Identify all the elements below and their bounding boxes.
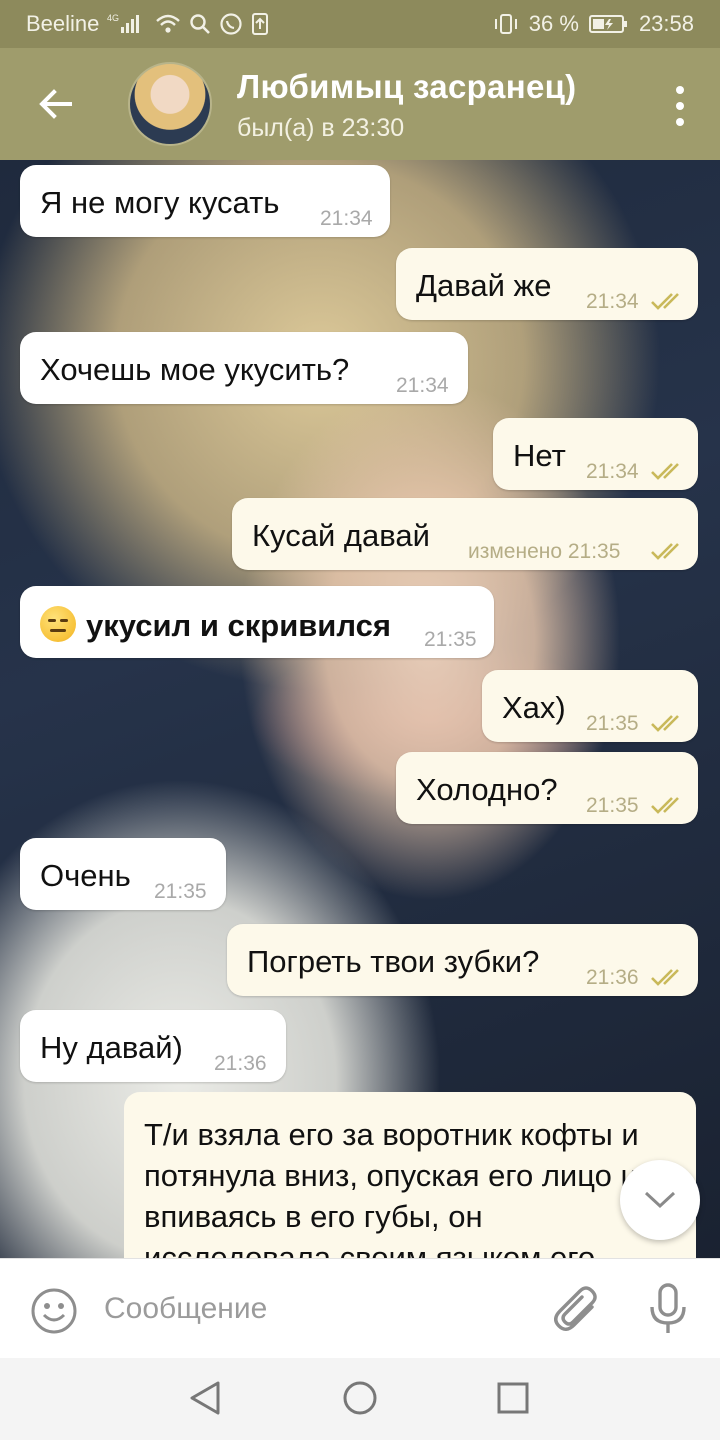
- network-type-label: 4G: [107, 13, 119, 23]
- read-ticks-icon: [651, 293, 679, 310]
- more-vert-icon[interactable]: [670, 86, 690, 126]
- read-ticks-icon: [651, 543, 679, 560]
- message-text: Т/и взяла его за воротник кофты и потяну…: [144, 1117, 639, 1258]
- expressionless-face-emoji: [40, 606, 76, 642]
- avatar[interactable]: [128, 62, 212, 146]
- status-bar: Beeline 4G 36 % 23:58: [0, 0, 720, 48]
- whatsapp-icon: [219, 12, 243, 36]
- message-bubble[interactable]: Хочешь мое укусить? 21:34: [20, 332, 468, 404]
- nav-home-button[interactable]: [342, 1380, 378, 1421]
- contact-name: Любимыц засранец): [237, 68, 577, 105]
- read-ticks-icon: [651, 969, 679, 986]
- message-time: 21:35: [154, 880, 207, 903]
- nav-recent-button[interactable]: [497, 1382, 529, 1419]
- message-bubble[interactable]: Очень 21:35: [20, 838, 226, 910]
- message-input[interactable]: [104, 1289, 524, 1329]
- wifi-icon: [155, 13, 181, 35]
- message-bubble[interactable]: Нет 21:34: [493, 418, 698, 490]
- read-ticks-icon: [651, 463, 679, 480]
- system-nav-bar: [0, 1358, 720, 1440]
- message-bubble[interactable]: Кусай давай изменено 21:35: [232, 498, 698, 570]
- message-text: Хах): [502, 690, 566, 725]
- read-ticks-icon: [651, 715, 679, 732]
- message-time: 21:35: [586, 794, 639, 817]
- nav-back-icon: [190, 1381, 220, 1415]
- back-button[interactable]: [30, 84, 80, 124]
- message-time: 21:35: [586, 712, 639, 735]
- signal-icon: 4G: [107, 13, 147, 35]
- paperclip-icon: [554, 1286, 597, 1331]
- chevron-down-icon: [644, 1191, 676, 1209]
- read-ticks-icon: [651, 797, 679, 814]
- emoji-icon: [31, 1288, 77, 1334]
- chat-header: Любимыц засранец) был(а) в 23:30: [0, 48, 720, 160]
- attach-button[interactable]: [554, 1285, 600, 1338]
- message-text: Нет: [513, 438, 566, 473]
- microphone-button[interactable]: [648, 1283, 688, 1340]
- message-bubble[interactable]: укусил и скривился 21:35: [20, 586, 494, 658]
- message-time: 21:34: [586, 290, 639, 313]
- emoji-button[interactable]: [30, 1287, 78, 1340]
- message-time: 21:34: [586, 460, 639, 483]
- message-bubble[interactable]: Холодно? 21:35: [396, 752, 698, 824]
- message-time: 21:36: [586, 966, 639, 989]
- message-time: 21:35: [424, 628, 477, 651]
- scroll-to-bottom-button[interactable]: [620, 1160, 700, 1240]
- message-bubble[interactable]: Давай же 21:34: [396, 248, 698, 320]
- message-bubble[interactable]: Я не могу кусать 21:34: [20, 165, 390, 237]
- message-text: Холодно?: [416, 772, 558, 807]
- message-time: 21:34: [396, 374, 449, 397]
- message-bubble[interactable]: Погреть твои зубки? 21:36: [227, 924, 698, 996]
- message-bubble[interactable]: Т/и взяла его за воротник кофты и потяну…: [124, 1092, 696, 1258]
- chat-area[interactable]: Я не могу кусать 21:34 Давай же 21:34 Хо…: [0, 160, 720, 1258]
- battery-percent: 36 %: [528, 11, 579, 36]
- message-input-bar: [0, 1258, 720, 1358]
- message-text: Погреть твои зубки?: [247, 944, 540, 979]
- message-text: Давай же: [416, 268, 552, 303]
- message-text: укусил и скривился: [86, 608, 391, 643]
- battery-icon: [588, 13, 629, 35]
- contact-info[interactable]: Любимыц засранец) был(а) в 23:30: [237, 68, 576, 143]
- message-text: Я не могу кусать: [40, 185, 280, 220]
- message-time: изменено 21:35: [468, 540, 621, 563]
- nav-back-button[interactable]: [188, 1380, 222, 1421]
- message-time: 21:34: [320, 207, 373, 230]
- clock: 23:58: [638, 11, 694, 36]
- message-text: Хочешь мое укусить?: [40, 352, 350, 387]
- message-time: 21:36: [214, 1052, 267, 1075]
- nav-recent-icon: [497, 1382, 529, 1414]
- message-text: Ну давай): [40, 1030, 183, 1065]
- message-bubble[interactable]: Ну давай) 21:36: [20, 1010, 286, 1082]
- last-seen-status: был(а) в 23:30: [237, 114, 405, 142]
- vibrate-icon: [493, 13, 519, 35]
- message-bubble[interactable]: Хах) 21:35: [482, 670, 698, 742]
- message-text: Кусай давай: [252, 518, 430, 553]
- upload-icon: [251, 12, 269, 36]
- back-arrow-icon: [39, 89, 72, 119]
- message-text: Очень: [40, 858, 131, 893]
- microphone-icon: [650, 1283, 686, 1333]
- carrier-label: Beeline: [26, 11, 100, 36]
- search-icon: [189, 13, 211, 35]
- nav-home-icon: [343, 1381, 377, 1415]
